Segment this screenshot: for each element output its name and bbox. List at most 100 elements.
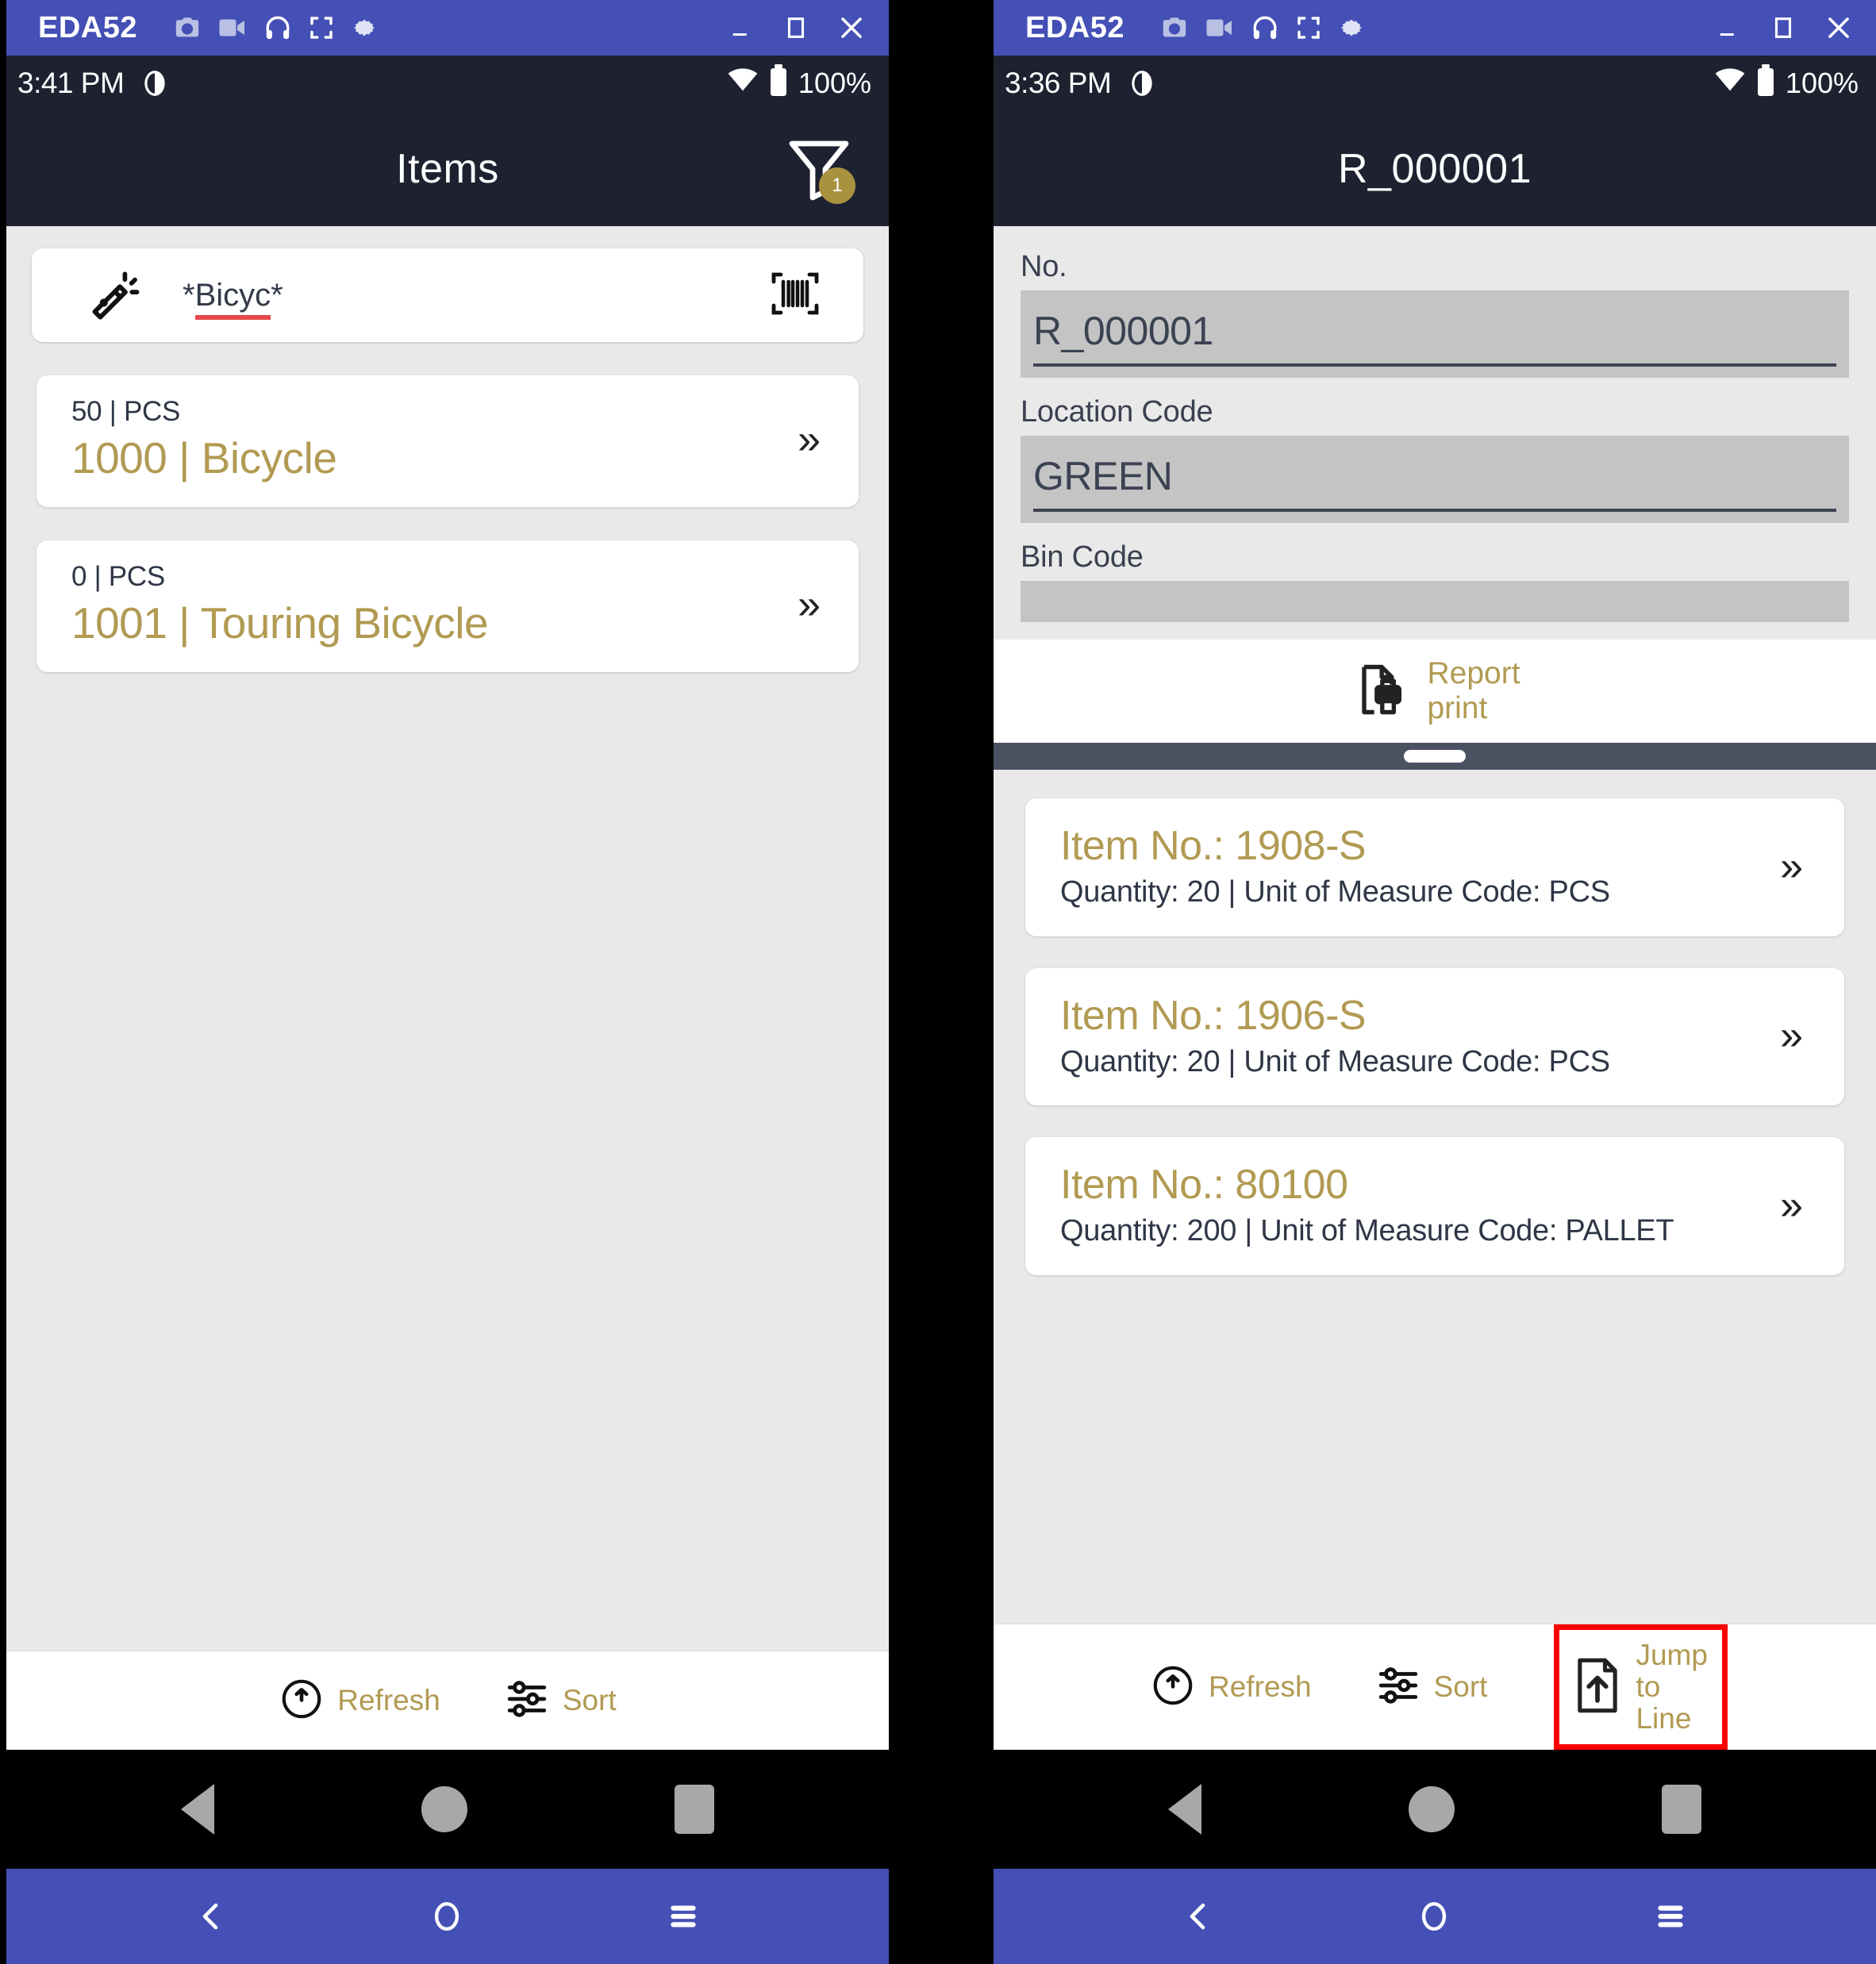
report-label-line2: print <box>1427 691 1488 725</box>
status-right-group: 100% <box>727 63 871 103</box>
headphones-icon[interactable] <box>264 14 291 41</box>
battery-level: 100% <box>798 67 871 99</box>
field-location-code-box[interactable]: GREEN <box>1021 436 1849 523</box>
list-item[interactable]: Item No.: 80100 Quantity: 200 | Unit of … <box>1025 1137 1844 1275</box>
scan-input-card[interactable]: *Bicyc* <box>32 248 863 342</box>
item-card-text: 0 | PCS 1001 | Touring Bicycle <box>71 561 798 648</box>
bottom-action-bar-right: Refresh Sort Jump to Line <box>994 1624 1876 1750</box>
sort-button[interactable]: Sort <box>496 1671 625 1731</box>
field-bin-code-box[interactable] <box>1021 581 1849 622</box>
chevron-right-icon[interactable]: » <box>1780 1185 1803 1226</box>
android-nav-bar-left <box>6 1750 889 1869</box>
refresh-button[interactable]: Refresh <box>271 1671 448 1731</box>
report-print-label: Report print <box>1427 656 1520 725</box>
maximize-button[interactable] <box>1770 14 1797 41</box>
fullscreen-icon[interactable] <box>1296 15 1321 40</box>
do-not-disturb-icon <box>1127 68 1157 98</box>
report-print-button[interactable]: Report print <box>994 640 1876 743</box>
camera-icon[interactable] <box>174 14 201 41</box>
android-nav-bar-right <box>994 1750 1876 1869</box>
camera-icon[interactable] <box>1161 14 1188 41</box>
android-recents-icon[interactable] <box>674 1785 714 1834</box>
close-button[interactable] <box>836 13 867 43</box>
android-back-icon[interactable] <box>1168 1784 1202 1835</box>
sort-label: Sort <box>1433 1670 1488 1704</box>
fullscreen-icon[interactable] <box>309 15 334 40</box>
nav-back-icon[interactable] <box>1179 1894 1217 1939</box>
list-item[interactable]: Item No.: 1908-S Quantity: 20 | Unit of … <box>1025 798 1844 936</box>
window-toolbar-icons <box>174 14 377 41</box>
battery-icon <box>768 63 789 103</box>
gear-icon[interactable] <box>352 15 377 40</box>
minimize-button[interactable] <box>728 14 755 41</box>
headphones-icon[interactable] <box>1251 14 1278 41</box>
android-back-icon[interactable] <box>181 1784 215 1835</box>
item-name: 1001 | Touring Bicycle <box>71 598 489 648</box>
gear-icon[interactable] <box>1339 15 1364 40</box>
chevron-right-icon[interactable]: » <box>1780 846 1803 887</box>
chevron-right-icon[interactable]: » <box>798 584 821 625</box>
battery-level: 100% <box>1785 67 1859 99</box>
chevron-right-icon[interactable]: » <box>1780 1015 1803 1056</box>
barcode-scan-icon[interactable] <box>767 265 824 326</box>
app-nav-bar-right <box>994 1869 1876 1964</box>
bottom-action-bar-left: Refresh Sort <box>6 1651 889 1750</box>
line-card-text: Item No.: 1906-S Quantity: 20 | Unit of … <box>1060 992 1780 1081</box>
window-title-bar-left: EDA52 <box>6 0 889 56</box>
jump-to-line-button[interactable]: Jump to Line <box>1554 1624 1728 1750</box>
status-time: 3:41 PM <box>17 67 125 99</box>
android-recents-icon[interactable] <box>1661 1785 1701 1834</box>
window-controls-left <box>728 13 867 43</box>
filter-badge: 1 <box>819 167 855 204</box>
chevron-right-icon[interactable]: » <box>798 419 821 460</box>
android-home-icon[interactable] <box>421 1786 467 1832</box>
panel-drag-handle[interactable] <box>994 743 1876 770</box>
android-home-icon[interactable] <box>1408 1786 1455 1832</box>
report-print-icon <box>1349 659 1409 724</box>
nav-back-icon[interactable] <box>192 1894 230 1939</box>
sort-button[interactable]: Sort <box>1367 1658 1496 1717</box>
phone-window-left: EDA52 3:41 PM 100% Items 1 *Bicyc* 50 | … <box>6 0 889 1964</box>
magic-wand-icon[interactable] <box>86 263 146 328</box>
refresh-label: Refresh <box>337 1684 440 1716</box>
jump-label-line3: Line <box>1636 1702 1692 1735</box>
item-name: 1000 | Bicycle <box>71 433 337 482</box>
video-icon[interactable] <box>218 16 247 40</box>
maximize-button[interactable] <box>782 14 809 41</box>
list-item[interactable]: Item No.: 1906-S Quantity: 20 | Unit of … <box>1025 967 1844 1106</box>
field-label: Bin Code <box>1021 540 1144 574</box>
jump-to-line-icon <box>1572 1655 1623 1720</box>
list-item[interactable]: 0 | PCS 1001 | Touring Bicycle » <box>37 540 859 672</box>
line-detail: Quantity: 200 | Unit of Measure Code: PA… <box>1060 1214 1674 1248</box>
android-status-bar-right: 3:36 PM 100% <box>994 56 1876 111</box>
minimize-button[interactable] <box>1716 14 1743 41</box>
field-location-code: Location Code GREEN <box>1021 395 1849 523</box>
nav-menu-icon[interactable] <box>1651 1894 1690 1939</box>
scan-input-value[interactable]: *Bicyc* <box>183 277 767 320</box>
item-list: 50 | PCS 1000 | Bicycle » 0 | PCS 1001 |… <box>6 342 889 705</box>
nav-home-icon[interactable] <box>1414 1894 1454 1939</box>
refresh-button[interactable]: Refresh <box>1142 1658 1320 1717</box>
jump-to-line-label: Jump to Line <box>1636 1639 1707 1735</box>
line-item-no: Item No.: 1908-S <box>1060 823 1367 869</box>
window-toolbar-icons <box>1161 14 1364 41</box>
sort-icon <box>504 1676 550 1726</box>
refresh-icon <box>279 1676 325 1726</box>
window-app-title: EDA52 <box>38 10 137 44</box>
app-header-right: R_000001 <box>994 111 1876 226</box>
video-icon[interactable] <box>1205 16 1234 40</box>
filter-button[interactable]: 1 <box>781 131 857 207</box>
field-no-box[interactable]: R_000001 <box>1021 290 1849 378</box>
close-button[interactable] <box>1824 13 1854 43</box>
field-no-value: R_000001 <box>1033 308 1836 367</box>
list-item[interactable]: 50 | PCS 1000 | Bicycle » <box>37 375 859 507</box>
android-status-bar-left: 3:41 PM 100% <box>6 56 889 111</box>
nav-home-icon[interactable] <box>427 1894 467 1939</box>
page-title: Items <box>396 145 499 192</box>
nav-menu-icon[interactable] <box>663 1894 703 1939</box>
sort-icon <box>1375 1662 1421 1712</box>
status-time: 3:36 PM <box>1005 67 1112 99</box>
battery-icon <box>1755 63 1776 103</box>
line-card-text: Item No.: 1908-S Quantity: 20 | Unit of … <box>1060 822 1780 911</box>
item-quantity: 50 | PCS <box>71 396 181 427</box>
